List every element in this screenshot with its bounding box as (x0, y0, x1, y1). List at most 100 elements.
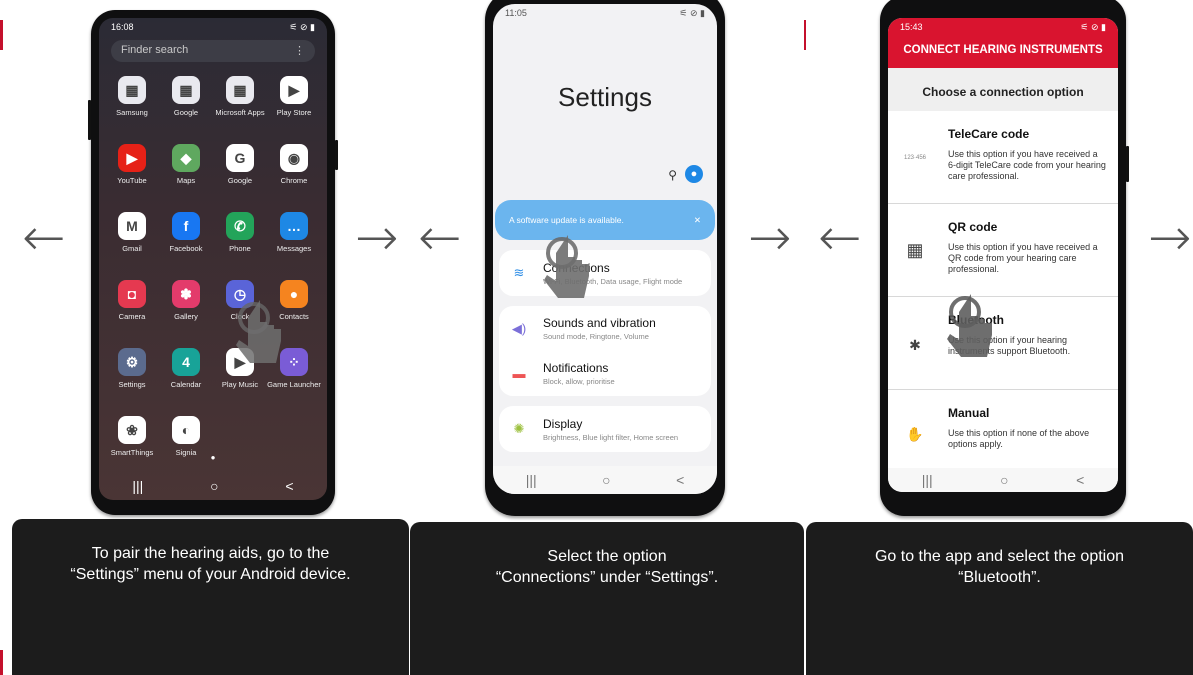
search-icon[interactable]: ⚲ (668, 168, 677, 182)
app-camera[interactable]: ◘ Camera (105, 280, 159, 330)
home-icon[interactable]: ○ (1000, 472, 1008, 488)
account-icon[interactable]: ● (685, 165, 703, 183)
gallery-icon: ✽ (172, 280, 200, 308)
arrow-left-icon: ← (418, 208, 462, 268)
app-label: Play Store (276, 108, 312, 117)
volume-button (88, 100, 91, 140)
app-label: Calendar (170, 380, 202, 389)
app-phone[interactable]: ✆ Phone (213, 212, 267, 262)
option-title: TeleCare code (948, 127, 1030, 141)
edge-accent (0, 20, 3, 50)
app-folder[interactable]: ▦ Google (159, 76, 213, 126)
page-indicator: ● (210, 453, 216, 462)
caption-line: Go to the app and select the option (874, 548, 1125, 565)
recent-apps-icon[interactable]: ||| (526, 472, 537, 488)
edge-accent (0, 650, 3, 675)
app-youtube[interactable]: ▶ YouTube (105, 144, 159, 194)
phone-frame: 11:05 ⚟ ⊘ ▮ Settings ⚲ ● A software upda… (485, 0, 725, 516)
wifi-icon: ≋ (513, 265, 525, 280)
settings-item-notifications[interactable]: ▬ Notifications Block, allow, prioritise (499, 351, 711, 396)
home-icon[interactable]: ○ (602, 472, 610, 488)
status-icons: ⚟ ⊘ ▮ (679, 8, 705, 18)
google-icon: G (226, 144, 254, 172)
app-maps[interactable]: ◆ Maps (159, 144, 213, 194)
app-label: Contacts (279, 312, 309, 321)
app-google[interactable]: G Google (213, 144, 267, 194)
recent-apps-icon[interactable]: ||| (132, 478, 143, 494)
app-gallery[interactable]: ✽ Gallery (159, 280, 213, 330)
option-manual[interactable]: Manual ✋ Use this option if none of the … (888, 390, 1118, 470)
phone-icon: ✆ (226, 212, 254, 240)
app-folder[interactable]: ▦ Samsung (105, 76, 159, 126)
status-time: 11:05 (505, 8, 527, 18)
edge-accent (804, 20, 806, 50)
more-options-icon[interactable]: ⋮ (294, 44, 305, 58)
app-messages[interactable]: … Messages (267, 212, 321, 262)
back-icon[interactable]: < (285, 478, 293, 494)
app-clock[interactable]: ◷ Clock (213, 280, 267, 330)
item-subtitle: Block, allow, prioritise (543, 377, 615, 386)
settings-item-display[interactable]: ✺ Display Brightness, Blue light filter, … (499, 406, 711, 452)
home-icon[interactable]: ○ (210, 478, 218, 494)
phone-frame: 16:08 ⚟ ⊘ ▮ Finder search ⋮ ▦ Samsung ▦ Goo… (88, 10, 338, 515)
settings-item-connections[interactable]: ≋ Connections Wi-Fi, Bluetooth, Data usag… (499, 250, 711, 296)
option-bluetooth[interactable]: Bluetooth ✱ Use this option if your hear… (888, 297, 1118, 390)
home-screen: 16:08 ⚟ ⊘ ▮ Finder search ⋮ ▦ Samsung ▦ Goo… (99, 18, 327, 500)
app-game-launcher[interactable]: ⁘ Game Launcher (267, 348, 321, 398)
app-label: Google (173, 108, 199, 117)
caption-step-1: To pair the hearing aids, go to the “Set… (12, 519, 409, 675)
app-label: Gallery (174, 312, 198, 321)
folder-icon: ▦ (172, 76, 200, 104)
option-telecare-code[interactable]: TeleCare code 123·456 Use this option if… (888, 111, 1118, 204)
close-icon[interactable]: ✕ (694, 215, 701, 225)
smartthings-icon: ❀ (118, 416, 146, 444)
maps-icon: ◆ (172, 144, 200, 172)
option-qr-code[interactable]: QR code ▦ Use this option if you have re… (888, 204, 1118, 297)
gmail-icon: M (118, 212, 146, 240)
settings-item-sounds[interactable]: ◀) Sounds and vibration Sound mode, Ringt… (499, 306, 711, 351)
app-settings[interactable]: ⚙ Settings (105, 348, 159, 398)
app-label: Chrome (280, 176, 308, 185)
caption-step-2: Select the option “Connections” under “S… (410, 522, 804, 675)
option-title: Bluetooth (948, 313, 1004, 327)
app-label: Play Music (221, 380, 259, 389)
play-music-icon: ▶ (226, 348, 254, 376)
app-chrome[interactable]: ◉ Chrome (267, 144, 321, 194)
chrome-icon: ◉ (280, 144, 308, 172)
update-banner-text: A software update is available. (509, 215, 624, 225)
back-icon[interactable]: < (1076, 472, 1084, 488)
app-calendar[interactable]: 4 Calendar (159, 348, 213, 398)
camera-icon: ◘ (118, 280, 146, 308)
back-icon[interactable]: < (676, 472, 684, 488)
telecare-code-icon: 123·456 (903, 155, 927, 161)
app-grid: ▦ Samsung ▦ Google ▦ Microsoft Apps ▶ Play Stor… (105, 76, 321, 466)
arrow-right-icon: → (748, 208, 792, 268)
caption-line: “Bluetooth”. (958, 569, 1041, 586)
app-contacts[interactable]: ● Contacts (267, 280, 321, 330)
option-description: Use this option if you have received a 6… (948, 149, 1106, 181)
tutorial-stage: { "panel1": { "caption_line1": "To pair … (0, 0, 1193, 675)
status-bar: 11:05 ⚟ ⊘ ▮ (493, 4, 717, 22)
software-update-banner[interactable]: A software update is available. ✕ (495, 200, 715, 240)
item-subtitle: Sound mode, Ringtone, Volume (543, 332, 649, 341)
status-bar: 16:08 ⚟ ⊘ ▮ (99, 18, 327, 36)
game-launcher-icon: ⁘ (280, 348, 308, 376)
power-button (1126, 146, 1129, 182)
caption-line: To pair the hearing aids, go to the (91, 545, 330, 562)
caption-line: “Connections” under “Settings”. (495, 569, 719, 586)
app-facebook[interactable]: f Facebook (159, 212, 213, 262)
app-folder[interactable]: ▦ Microsoft Apps (213, 76, 267, 126)
app-label: YouTube (117, 176, 147, 185)
finder-search-bar[interactable]: Finder search ⋮ (111, 40, 315, 62)
app-label: Messages (276, 244, 312, 253)
caption-line: “Settings” menu of your Android device. (70, 566, 351, 583)
calendar-icon: 4 (172, 348, 200, 376)
app-play-music[interactable]: ▶ Play Music (213, 348, 267, 398)
recent-apps-icon[interactable]: ||| (922, 472, 933, 488)
app-gmail[interactable]: M Gmail (105, 212, 159, 262)
nav-bar: ||| ○ < (888, 468, 1118, 492)
app-label: Phone (229, 244, 251, 253)
app-play-store[interactable]: ▶ Play Store (267, 76, 321, 126)
app-bar: 15:43 ⚟ ⊘ ▮ CONNECT HEARING INSTRUMENTS (888, 18, 1118, 68)
page-title: Settings (558, 82, 652, 112)
